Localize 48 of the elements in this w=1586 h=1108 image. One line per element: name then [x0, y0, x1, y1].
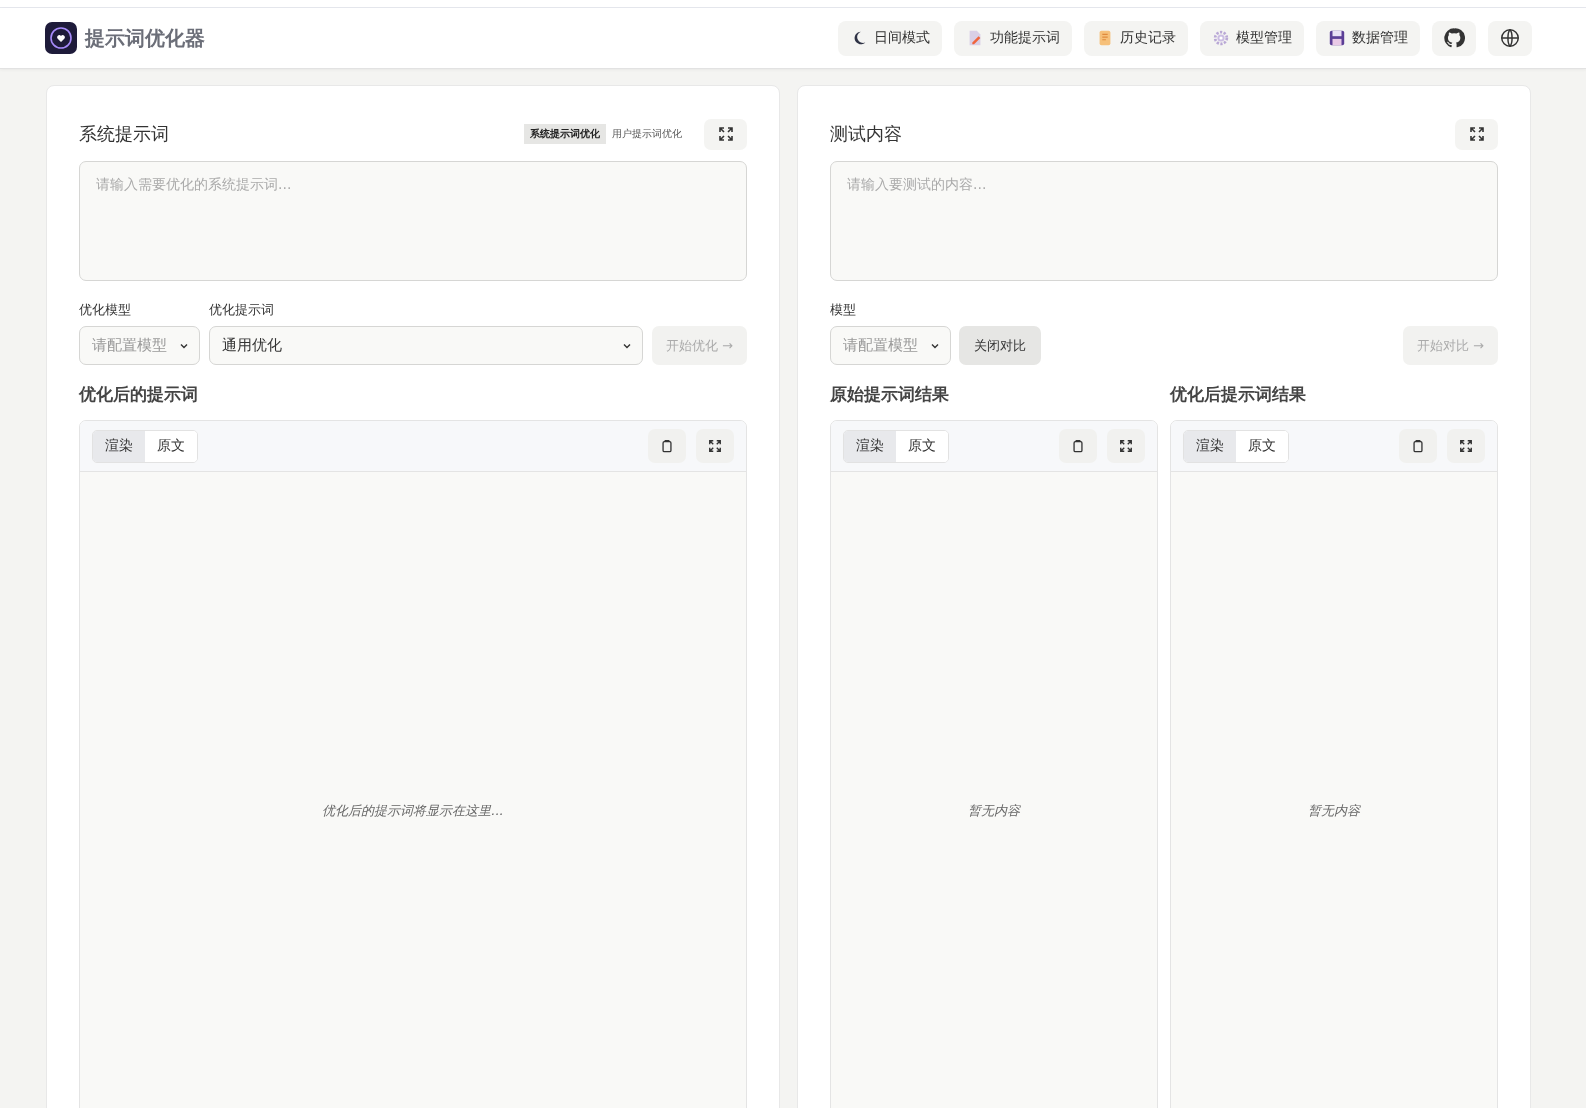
- close-compare-button[interactable]: 关闭对比: [959, 326, 1041, 365]
- mode-tab[interactable]: 系统提示词优化: [524, 124, 606, 144]
- fullscreen-icon: [1119, 439, 1133, 453]
- fullscreen-button[interactable]: [1455, 118, 1498, 150]
- fullscreen-icon: [717, 126, 734, 142]
- nav-button[interactable]: 功能提示词: [954, 20, 1072, 56]
- clipboard-icon: [1411, 439, 1425, 453]
- clipboard-icon: [660, 439, 674, 453]
- globe-icon: [1499, 27, 1521, 49]
- app-title: 提示词优化器: [85, 24, 205, 52]
- fullscreen-icon: [1468, 126, 1485, 142]
- section-title: 测试内容: [830, 122, 902, 146]
- empty-message: 优化后的提示词将显示在这里...: [321, 802, 505, 820]
- test-input[interactable]: 请输入要测试的内容...: [830, 161, 1498, 281]
- nav-button[interactable]: 历史记录: [1084, 20, 1188, 56]
- nav-button[interactable]: 模型管理: [1200, 20, 1304, 56]
- view-tab[interactable]: 渲染: [93, 430, 145, 462]
- fullscreen-button[interactable]: [1447, 429, 1485, 463]
- fullscreen-icon: [708, 439, 722, 453]
- nav-button[interactable]: 日间模式: [838, 20, 942, 56]
- github-button[interactable]: [1432, 20, 1476, 56]
- fullscreen-button[interactable]: [1107, 429, 1145, 463]
- empty-message: 暂无内容: [967, 802, 1022, 820]
- fullscreen-button[interactable]: [696, 429, 734, 463]
- clipboard-icon: [1071, 439, 1085, 453]
- mode-tab[interactable]: 用户提示词优化: [606, 124, 688, 144]
- view-tab[interactable]: 渲染: [844, 430, 896, 462]
- copy-button[interactable]: [1399, 429, 1437, 463]
- section-title: 系统提示词: [79, 122, 169, 146]
- copy-button[interactable]: [648, 429, 686, 463]
- gear-icon: [1212, 29, 1230, 47]
- fullscreen-icon: [1459, 439, 1473, 453]
- field-label: 优化模型: [79, 301, 132, 319]
- view-tab[interactable]: 渲染: [1184, 430, 1236, 462]
- github-icon: [1443, 27, 1465, 49]
- template-select[interactable]: 通用优化: [209, 326, 643, 365]
- output-title: 优化后的提示词: [79, 383, 199, 406]
- field-label: 模型: [830, 301, 857, 319]
- nav-button[interactable]: 数据管理: [1316, 20, 1420, 56]
- fullscreen-button[interactable]: [704, 118, 747, 150]
- prompt-input[interactable]: 请输入需要优化的系统提示词...: [79, 161, 747, 281]
- language-button[interactable]: [1488, 20, 1532, 56]
- empty-message: 暂无内容: [1307, 802, 1362, 820]
- logo-icon: [45, 22, 77, 54]
- result-title: 优化后提示词结果: [1170, 383, 1307, 406]
- field-label: 优化提示词: [209, 301, 275, 319]
- result-title: 原始提示词结果: [830, 383, 950, 406]
- copy-button[interactable]: [1059, 429, 1097, 463]
